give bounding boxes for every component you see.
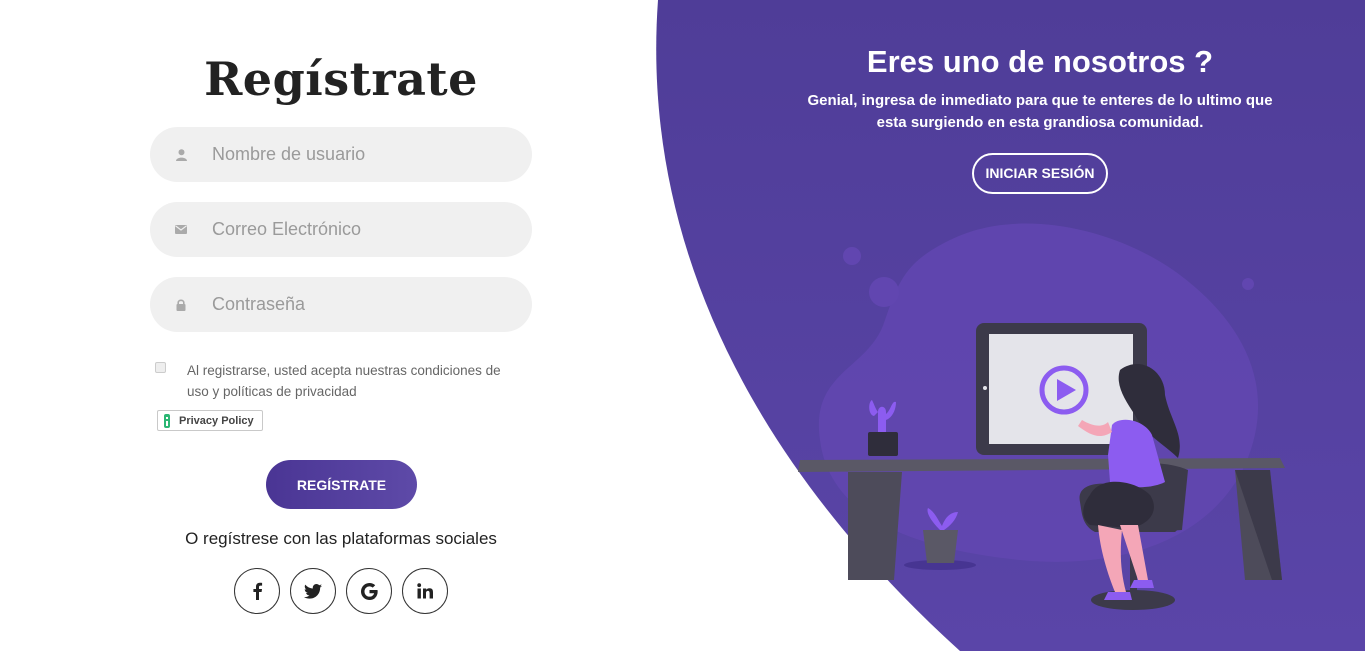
bubble — [869, 277, 899, 307]
linkedin-icon — [417, 583, 433, 599]
floor-pot — [923, 530, 958, 563]
lock-icon — [150, 299, 212, 311]
google-icon — [360, 582, 378, 600]
password-field[interactable] — [150, 277, 532, 332]
login-prompt: Eres uno de nosotros ? Genial, ingresa d… — [740, 40, 1340, 194]
facebook-icon — [252, 582, 262, 600]
panel-title: Eres uno de nosotros ? — [866, 44, 1214, 79]
twitter-button[interactable] — [290, 568, 336, 614]
plant-pot — [868, 432, 898, 456]
social-buttons — [234, 568, 448, 614]
privacy-policy-badge[interactable]: Privacy Policy — [157, 410, 263, 431]
woman-watching-video-illustration — [798, 223, 1285, 610]
desk-leg-left — [848, 472, 902, 580]
panel-description: Genial, ingresa de inmediato para que te… — [807, 92, 1273, 131]
terms-checkbox[interactable] — [155, 362, 166, 373]
email-field[interactable] — [150, 202, 532, 257]
username-field[interactable] — [150, 127, 532, 182]
register-button[interactable]: REGÍSTRATE — [266, 460, 417, 509]
username-input[interactable] — [212, 144, 502, 165]
user-icon — [150, 148, 212, 161]
social-signup-label: O regístrese con las plataformas sociale… — [185, 529, 497, 548]
twitter-icon — [304, 583, 322, 599]
terms-row: Al registrarse, usted acepta nuestras co… — [155, 360, 525, 402]
envelope-icon — [150, 225, 212, 234]
password-input[interactable] — [212, 294, 502, 315]
linkedin-button[interactable] — [402, 568, 448, 614]
terms-text: Al registrarse, usted acepta nuestras co… — [187, 363, 501, 399]
privacy-shield-icon — [164, 413, 170, 428]
bubble — [1242, 278, 1254, 290]
bubble — [843, 247, 861, 265]
monitor-camera — [983, 386, 987, 390]
email-input[interactable] — [212, 219, 502, 240]
form-title: Regístrate — [204, 52, 478, 106]
privacy-policy-label: Privacy Policy — [179, 414, 254, 427]
facebook-button[interactable] — [234, 568, 280, 614]
login-button[interactable]: INICIAR SESIÓN — [971, 153, 1109, 194]
signup-form: Regístrate Al registrarse, usted acepta … — [150, 40, 532, 614]
google-button[interactable] — [346, 568, 392, 614]
